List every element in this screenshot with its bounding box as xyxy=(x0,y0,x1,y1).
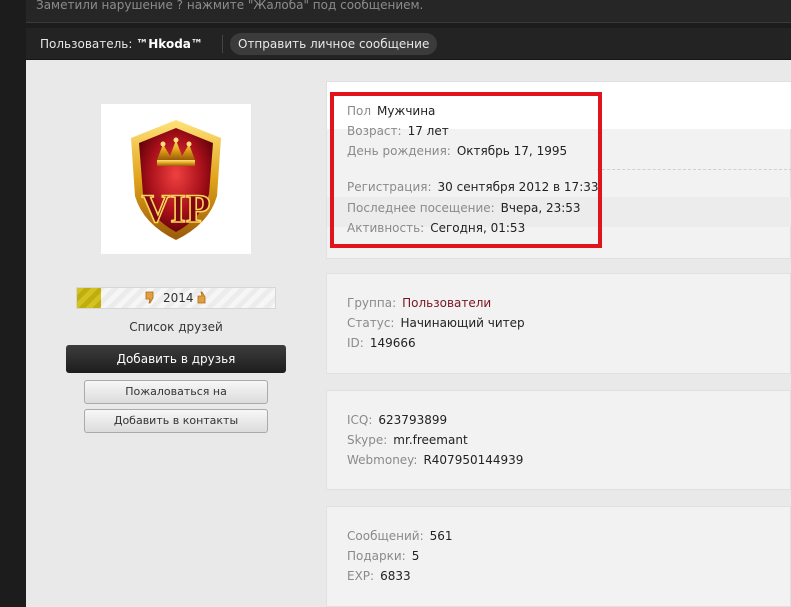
reputation-bar: 2014 xyxy=(76,287,276,309)
notice-bar: Заметили нарушение ? нажмите "Жалоба" по… xyxy=(26,0,791,23)
thumbs-down-icon[interactable] xyxy=(145,291,157,304)
id-row: ID: 149666 xyxy=(347,336,416,350)
reputation-fill xyxy=(77,288,101,308)
user-bar: Пользователь: ™Hkoda™ Отправить личное с… xyxy=(26,28,791,60)
gifts-row: Подарки: 5 xyxy=(347,549,420,563)
friends-list-link[interactable]: Список друзей xyxy=(26,320,326,334)
notice-text: Заметили нарушение ? нажмите "Жалоба" по… xyxy=(36,0,424,12)
vip-shield-icon: VIP xyxy=(131,120,221,240)
highlight-box xyxy=(330,92,602,248)
exp-row: EXP: 6833 xyxy=(347,569,411,583)
thumbs-up-icon[interactable] xyxy=(197,291,209,304)
svg-text:VIP: VIP xyxy=(142,186,211,231)
username: ™Hkoda™ xyxy=(136,37,203,51)
add-friend-button[interactable]: Добавить в друзья xyxy=(66,345,286,373)
send-pm-button[interactable]: Отправить личное сообщение xyxy=(230,33,438,55)
contacts-card: ICQ: 623793899 Skype: mr.freemant Webmoney… xyxy=(326,390,791,490)
avatar: VIP xyxy=(101,104,251,254)
profile-page: VIP 2014 Список друзей Добавить в друзья… xyxy=(26,60,791,607)
reputation-value: 2014 xyxy=(163,291,194,305)
group-link[interactable]: Пользователи xyxy=(402,296,491,310)
personal-info-card: Пол Мужчина Возраст: 17 лет День рождения:… xyxy=(326,81,791,259)
divider xyxy=(597,169,791,170)
webmoney-row: Webmoney: R407950144939 xyxy=(347,453,524,467)
messages-row: Сообщений: 561 xyxy=(347,529,453,543)
icq-row: ICQ: 623793899 xyxy=(347,413,448,427)
stats-card: Сообщений: 561 Подарки: 5 EXP: 6833 xyxy=(326,506,791,607)
user-title: Пользователь: ™Hkoda™ xyxy=(40,37,203,51)
skype-row: Skype: mr.freemant xyxy=(347,433,468,447)
status-row: Статус: Начинающий читер xyxy=(347,316,525,330)
report-user-button[interactable]: Пожаловаться на пользователя xyxy=(84,380,268,420)
divider xyxy=(222,35,223,53)
account-info-card: Группа: Пользователи Статус: Начинающий чи… xyxy=(326,273,791,374)
group-row: Группа: Пользователи xyxy=(347,296,492,310)
user-label: Пользователь: xyxy=(40,37,133,51)
add-to-contacts-button[interactable]: Добавить в контакты xyxy=(84,409,268,433)
